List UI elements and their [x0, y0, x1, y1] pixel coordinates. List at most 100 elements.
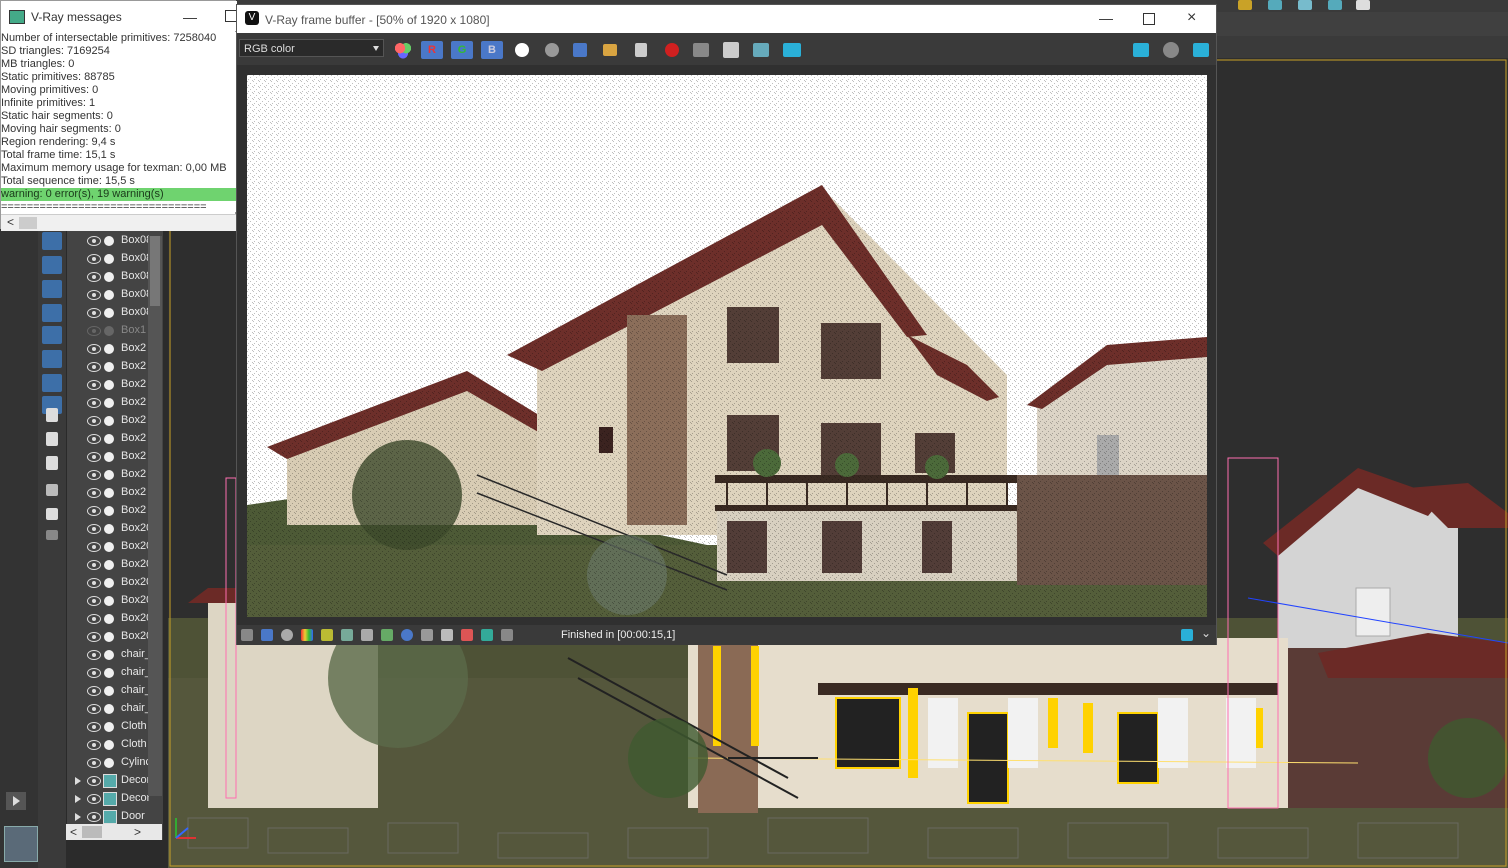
- explorer-row[interactable]: chair_: [67, 682, 149, 700]
- teapot-icon[interactable]: [753, 43, 769, 57]
- renderable-dot-icon[interactable]: [104, 326, 114, 336]
- rendered-image[interactable]: [247, 75, 1207, 617]
- explorer-row[interactable]: Box20: [67, 520, 149, 538]
- explorer-row[interactable]: Box2: [67, 502, 149, 520]
- renderable-dot-icon[interactable]: [104, 632, 114, 642]
- renderable-dot-icon[interactable]: [104, 578, 114, 588]
- scroll-right-icon[interactable]: >: [134, 825, 141, 839]
- visibility-eye-icon[interactable]: [87, 470, 101, 480]
- levels-icon[interactable]: [321, 629, 333, 641]
- horizontal-scroll-thumb[interactable]: [19, 217, 37, 229]
- green-channel-button[interactable]: G: [451, 41, 473, 59]
- play-icon[interactable]: [6, 792, 26, 810]
- minimize-icon[interactable]: —: [183, 9, 197, 25]
- display-shapes-icon[interactable]: [42, 280, 62, 298]
- blue-channel-button[interactable]: B: [481, 41, 503, 59]
- flip-icon[interactable]: [461, 629, 473, 641]
- visibility-eye-icon[interactable]: [87, 236, 101, 246]
- visibility-eye-icon[interactable]: [87, 686, 101, 696]
- visibility-eye-icon[interactable]: [87, 650, 101, 660]
- scroll-left-icon[interactable]: <: [70, 825, 77, 839]
- group-icon[interactable]: [103, 792, 117, 806]
- render-production-icon[interactable]: [1328, 0, 1342, 10]
- display-lights-icon[interactable]: [42, 304, 62, 322]
- histogram-h-icon[interactable]: [441, 629, 453, 641]
- renderable-dot-icon[interactable]: [104, 272, 114, 282]
- exposure-icon[interactable]: [421, 629, 433, 641]
- visibility-eye-icon[interactable]: [87, 524, 101, 534]
- explorer-horizontal-scrollbar[interactable]: < >: [66, 824, 162, 840]
- visibility-eye-icon[interactable]: [87, 254, 101, 264]
- save-icon[interactable]: [573, 43, 587, 57]
- histogram-icon[interactable]: [341, 629, 353, 641]
- chevron-down-icon[interactable]: ⌄: [1201, 626, 1211, 640]
- sort-icon[interactable]: [42, 232, 62, 250]
- expand-arrow-icon[interactable]: [75, 777, 81, 785]
- renderable-dot-icon[interactable]: [104, 542, 114, 552]
- renderable-dot-icon[interactable]: [104, 236, 114, 246]
- renderable-dot-icon[interactable]: [104, 686, 114, 696]
- page-icon[interactable]: [46, 432, 58, 446]
- history-icon[interactable]: [241, 629, 253, 641]
- interactive-render-icon[interactable]: [1193, 43, 1209, 57]
- display-helpers-icon[interactable]: [42, 350, 62, 368]
- explorer-row[interactable]: chair_: [67, 700, 149, 718]
- renderable-dot-icon[interactable]: [104, 740, 114, 750]
- visibility-eye-icon[interactable]: [87, 506, 101, 516]
- visibility-eye-icon[interactable]: [87, 578, 101, 588]
- visibility-eye-icon[interactable]: [87, 596, 101, 606]
- list-icon[interactable]: [46, 408, 58, 422]
- display-geometry-icon[interactable]: [42, 256, 62, 274]
- renderable-dot-icon[interactable]: [104, 308, 114, 318]
- explorer-row[interactable]: Box20: [67, 574, 149, 592]
- renderable-dot-icon[interactable]: [104, 596, 114, 606]
- compare-icon[interactable]: [783, 43, 801, 57]
- renderable-dot-icon[interactable]: [104, 398, 114, 408]
- visibility-eye-icon[interactable]: [87, 614, 101, 624]
- lut-icon[interactable]: [381, 629, 393, 641]
- color-picker-icon[interactable]: [301, 629, 313, 641]
- visibility-eye-icon[interactable]: [87, 272, 101, 282]
- explorer-row[interactable]: Box08: [67, 250, 149, 268]
- explorer-row[interactable]: Box2: [67, 412, 149, 430]
- visibility-eye-icon[interactable]: [87, 632, 101, 642]
- visibility-eye-icon[interactable]: [87, 326, 101, 336]
- explorer-row[interactable]: Box2: [67, 484, 149, 502]
- visibility-eye-icon[interactable]: [87, 704, 101, 714]
- viewport-layout-button[interactable]: [4, 826, 38, 862]
- group-icon[interactable]: [103, 810, 117, 824]
- visibility-eye-icon[interactable]: [87, 740, 101, 750]
- alpha-white-icon[interactable]: [515, 43, 529, 57]
- explorer-row[interactable]: Cloth: [67, 718, 149, 736]
- expand-panel-icon[interactable]: [1181, 629, 1193, 641]
- maximize-icon[interactable]: [1143, 13, 1155, 25]
- messages-titlebar[interactable]: V-Ray messages —: [1, 1, 237, 31]
- explorer-row[interactable]: Box20: [67, 610, 149, 628]
- red-channel-button[interactable]: R: [421, 41, 443, 59]
- visibility-eye-icon[interactable]: [87, 362, 101, 372]
- monochrome-icon[interactable]: [545, 43, 559, 57]
- renderable-dot-icon[interactable]: [104, 758, 114, 768]
- visibility-eye-icon[interactable]: [87, 758, 101, 768]
- explorer-row[interactable]: Cylinc: [67, 754, 149, 772]
- explorer-row[interactable]: Box2: [67, 430, 149, 448]
- explorer-row[interactable]: Box1: [67, 322, 149, 340]
- visibility-eye-icon[interactable]: [87, 290, 101, 300]
- expand-arrow-icon[interactable]: [75, 813, 81, 821]
- pixel-aspect-icon[interactable]: [481, 629, 493, 641]
- filter-clear-icon[interactable]: [46, 484, 58, 496]
- explorer-scrollbar-track[interactable]: [148, 236, 162, 796]
- color-correction-icon[interactable]: [261, 629, 273, 641]
- close-icon[interactable]: ×: [1187, 9, 1196, 27]
- renderable-dot-icon[interactable]: [104, 488, 114, 498]
- display-cameras-icon[interactable]: [42, 326, 62, 344]
- filter-icon[interactable]: [46, 508, 58, 520]
- visibility-eye-icon[interactable]: [87, 308, 101, 318]
- render-setup-icon[interactable]: [1268, 0, 1282, 10]
- grid-icon[interactable]: [1356, 0, 1370, 10]
- render-teapot-icon[interactable]: [1133, 43, 1149, 57]
- explorer-row[interactable]: Box08: [67, 268, 149, 286]
- channel-select[interactable]: RGB color: [239, 39, 384, 57]
- visibility-eye-icon[interactable]: [87, 722, 101, 732]
- stop-icon[interactable]: [665, 43, 679, 57]
